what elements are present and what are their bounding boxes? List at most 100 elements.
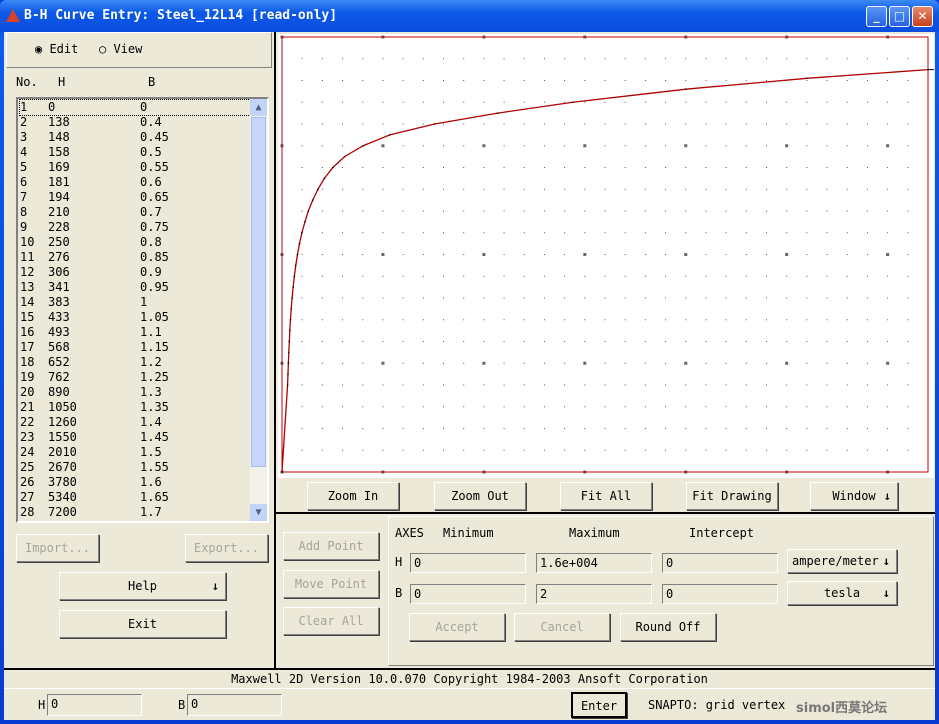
b-min-field[interactable]: 0 — [410, 584, 526, 604]
table-row[interactable]: 10 250 0.8 — [20, 235, 250, 250]
table-row[interactable]: 12 306 0.9 — [20, 265, 250, 280]
grid-dot — [604, 384, 606, 386]
table-row[interactable]: 13 341 0.95 — [20, 280, 250, 295]
table-row[interactable]: 2 138 0.4 — [20, 115, 250, 130]
grid-dot — [564, 384, 566, 386]
bh-curve-plot[interactable] — [278, 34, 934, 478]
table-row[interactable]: 15 433 1.05 — [20, 310, 250, 325]
grid-dot — [503, 275, 505, 277]
move-point-button[interactable]: Move Point — [283, 570, 379, 598]
row-no-cell: 26 — [20, 475, 35, 489]
window-button[interactable]: Window ↓ — [810, 482, 898, 510]
zoom-in-button[interactable]: Zoom In — [307, 482, 399, 510]
grid-dot — [503, 58, 505, 60]
table-row[interactable]: 17 568 1.15 — [20, 340, 250, 355]
import-button[interactable]: Import... — [16, 534, 99, 562]
radio-view[interactable]: ○ View — [99, 42, 142, 56]
table-row[interactable]: 26 3780 1.6 — [20, 475, 250, 490]
radio-edit[interactable]: ◉ Edit — [35, 42, 78, 56]
clear-all-button[interactable]: Clear All — [283, 607, 379, 635]
grid-dot — [301, 167, 303, 168]
table-row[interactable]: 27 5340 1.65 — [20, 490, 250, 505]
grid-dot — [685, 123, 687, 125]
scrollbar[interactable]: ▲ ▼ — [250, 99, 267, 521]
app-logo-icon — [6, 9, 20, 22]
b-intercept-field[interactable]: 0 — [662, 584, 778, 604]
table-row[interactable]: 22 1260 1.4 — [20, 415, 250, 430]
accept-button[interactable]: Accept — [409, 613, 505, 641]
table-row[interactable]: 1 0 0 — [19, 99, 251, 116]
enter-button[interactable]: Enter — [571, 692, 627, 718]
table-row[interactable]: 21 1050 1.35 — [20, 400, 250, 415]
cancel-button[interactable]: Cancel — [514, 613, 610, 641]
b-max-field[interactable]: 2 — [536, 584, 652, 604]
table-row[interactable]: 8 210 0.7 — [20, 205, 250, 220]
grid-dot — [907, 80, 909, 81]
table-row[interactable]: 3 148 0.45 — [20, 130, 250, 145]
table-row[interactable]: 14 383 1 — [20, 295, 250, 310]
fit-drawing-button[interactable]: Fit Drawing — [686, 482, 778, 510]
table-row[interactable]: 19 762 1.25 — [20, 370, 250, 385]
maximize-button[interactable]: □ — [889, 6, 910, 27]
table-row[interactable]: 16 493 1.1 — [20, 325, 250, 340]
row-no-cell: 24 — [20, 445, 35, 459]
grid-dot — [362, 362, 364, 364]
scroll-up-icon[interactable]: ▲ — [250, 99, 267, 116]
h-min-field[interactable]: 0 — [410, 553, 526, 573]
data-point — [288, 340, 291, 343]
grid-dot — [543, 449, 545, 451]
scroll-down-icon[interactable]: ▼ — [250, 504, 267, 521]
table-row[interactable]: 24 2010 1.5 — [20, 445, 250, 460]
row-h-cell: 5340 — [48, 490, 77, 504]
exit-button[interactable]: Exit — [59, 610, 226, 638]
h-intercept-field[interactable]: 0 — [662, 553, 778, 573]
table-row[interactable]: 11 276 0.85 — [20, 250, 250, 265]
grid-major-dot — [381, 144, 385, 148]
export-button[interactable]: Export... — [185, 534, 268, 562]
grid-dot — [362, 319, 364, 321]
fit-all-button[interactable]: Fit All — [560, 482, 652, 510]
grid-dot — [725, 80, 727, 81]
col-header-no: No. — [16, 75, 38, 89]
grid-dot — [705, 254, 707, 255]
table-row[interactable]: 9 228 0.75 — [20, 220, 250, 235]
add-point-button[interactable]: Add Point — [283, 532, 379, 560]
table-row[interactable]: 18 652 1.2 — [20, 355, 250, 370]
axes-header: AXES — [395, 526, 424, 540]
table-row[interactable]: 6 181 0.6 — [20, 175, 250, 190]
table-row[interactable]: 20 890 1.3 — [20, 385, 250, 400]
round-off-button[interactable]: Round Off — [620, 613, 716, 641]
grid-dot — [422, 449, 424, 451]
grid-dot — [443, 406, 444, 408]
grid-dot — [382, 341, 384, 342]
close-button[interactable]: ✕ — [912, 6, 933, 27]
grid-dot — [745, 188, 747, 190]
h-coord-field[interactable]: 0 — [47, 694, 142, 716]
row-h-cell: 3780 — [48, 475, 77, 489]
table-row[interactable]: 7 194 0.65 — [20, 190, 250, 205]
scroll-thumb[interactable] — [251, 117, 266, 467]
table-row[interactable]: 25 2670 1.55 — [20, 460, 250, 475]
grid-dot — [866, 167, 868, 168]
b-unit-dropdown[interactable]: tesla ↓ — [787, 581, 897, 605]
grid-dot — [402, 101, 404, 103]
minimize-button[interactable]: _ — [866, 6, 887, 27]
help-button[interactable]: Help ↓ — [59, 572, 226, 600]
table-row[interactable]: 23 1550 1.45 — [20, 430, 250, 445]
zoom-out-button[interactable]: Zoom Out — [434, 482, 526, 510]
b-coord-field[interactable]: 0 — [187, 694, 282, 716]
table-row[interactable]: 4 158 0.5 — [20, 145, 250, 160]
row-h-cell: 890 — [48, 385, 70, 399]
grid-dot — [665, 58, 667, 60]
grid-dot — [301, 449, 303, 451]
row-b-cell: 1.35 — [140, 400, 169, 414]
grid-dot — [422, 210, 424, 212]
table-row[interactable]: 5 169 0.55 — [20, 160, 250, 175]
grid-dot — [342, 123, 344, 125]
bh-table: 1 0 0 2 138 0.4 3 148 0.45 4 158 0.5 5 169 0.55 6 181 0.6… — [16, 97, 269, 523]
row-h-cell: 383 — [48, 295, 70, 309]
table-row[interactable]: 28 7200 1.7 — [20, 505, 250, 520]
h-unit-dropdown[interactable]: ampere/meter ↓ — [787, 549, 897, 573]
grid-dot — [564, 254, 566, 255]
h-max-field[interactable]: 1.6e+004 — [536, 553, 652, 573]
